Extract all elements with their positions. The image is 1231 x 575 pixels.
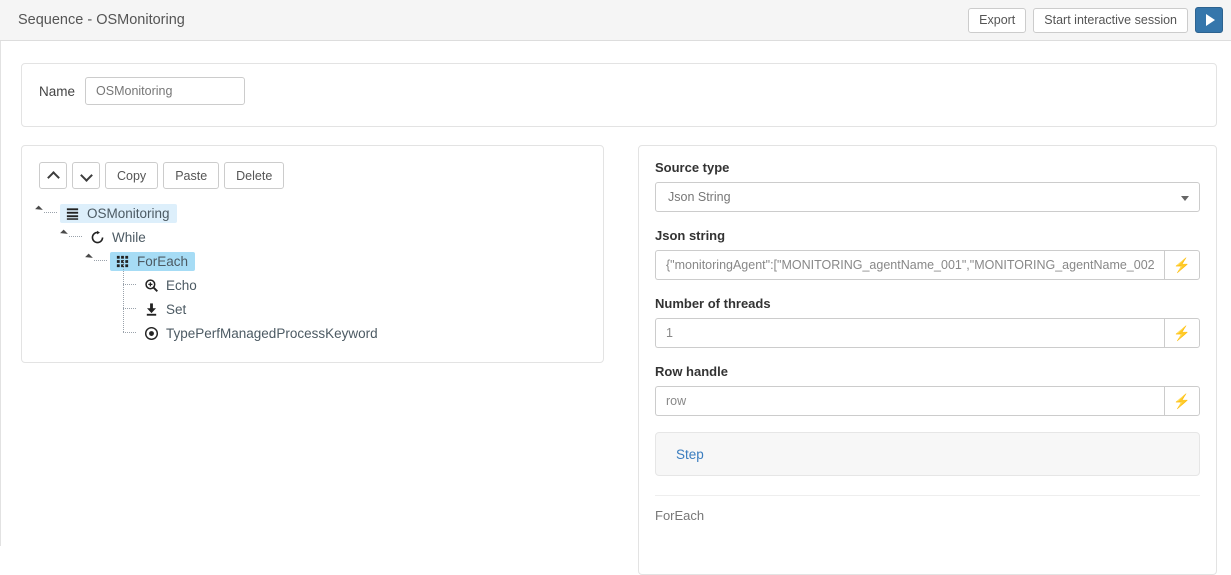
step-box: Step: [655, 432, 1200, 476]
tree-node-while[interactable]: While: [60, 225, 385, 249]
copy-button[interactable]: Copy: [105, 162, 159, 189]
loop-refresh-icon: [91, 230, 104, 243]
tree-vertical-line: [123, 261, 124, 284]
move-up-button[interactable]: [39, 162, 67, 189]
paste-button[interactable]: Paste: [163, 162, 220, 189]
tree-guide-line: [123, 332, 136, 333]
lightning-bolt-icon: ⚡: [1173, 325, 1191, 341]
play-icon: [1205, 14, 1215, 26]
tree-node-set[interactable]: Set: [123, 285, 385, 321]
download-to-bar-icon: [146, 302, 157, 316]
sequence-tree-panel: Copy Paste Delete OSMonitoring While For…: [21, 145, 604, 363]
row-handle-label: Row handle: [655, 364, 728, 379]
tree-vertical-line: [123, 285, 124, 308]
titlebar-actions: Export Start interactive session: [968, 7, 1223, 33]
sequence-lines-icon: [66, 207, 79, 220]
target-dot-icon: [144, 326, 159, 340]
tree-guide-line: [44, 212, 57, 213]
titlebar: Sequence - OSMonitoring Export Start int…: [0, 0, 1231, 41]
row-handle-expression-button[interactable]: ⚡: [1164, 386, 1200, 416]
sequence-tree: OSMonitoring While ForEach Echo Set Type…: [35, 201, 385, 345]
properties-panel: Source type Json String Json string ⚡ Nu…: [638, 145, 1217, 575]
lightning-bolt-icon: ⚡: [1173, 257, 1191, 273]
chevron-down-icon: [81, 170, 92, 181]
row-handle-input[interactable]: [655, 386, 1164, 416]
lightning-bolt-icon: ⚡: [1173, 393, 1191, 409]
tree-node-label: Echo: [166, 277, 197, 293]
number-of-threads-label: Number of threads: [655, 296, 771, 311]
tree-node-label: While: [112, 229, 146, 245]
content-area: Name Copy Paste Delete: [0, 41, 1231, 575]
json-string-expression-button[interactable]: ⚡: [1164, 250, 1200, 280]
name-row: Name: [39, 77, 246, 105]
source-type-value: Json String: [668, 190, 731, 204]
tree-node-echo[interactable]: Echo: [123, 261, 385, 297]
chevron-up-icon: [48, 170, 59, 181]
tree-expander-icon[interactable]: [60, 229, 68, 238]
tree-node-foreach[interactable]: ForEach: [85, 249, 385, 273]
name-input[interactable]: [85, 77, 246, 105]
row-handle-field: Row handle ⚡: [655, 364, 1200, 416]
number-of-threads-field: Number of threads ⚡: [655, 296, 1200, 348]
name-label: Name: [39, 83, 76, 99]
tree-node-label: TypePerfManagedProcessKeyword: [166, 325, 378, 341]
tree-node-label: OSMonitoring: [87, 205, 170, 221]
number-of-threads-input[interactable]: [655, 318, 1164, 348]
tree-expander-icon[interactable]: [35, 205, 43, 214]
tree-guide-line: [123, 308, 136, 309]
source-type-field: Source type Json String: [655, 160, 1200, 212]
json-string-input[interactable]: [655, 250, 1164, 280]
run-button[interactable]: [1195, 7, 1223, 33]
tree-guide-line: [69, 236, 82, 237]
name-panel: Name: [21, 63, 1217, 127]
tree-node-typeperfmanagedprocesskeyword[interactable]: TypePerfManagedProcessKeyword: [123, 309, 385, 345]
properties-footer-label: ForEach: [655, 508, 705, 523]
source-type-label: Source type: [655, 160, 730, 175]
tree-vertical-line: [123, 309, 124, 332]
tree-node-label: ForEach: [137, 253, 189, 269]
json-string-label: Json string: [655, 228, 726, 243]
step-link[interactable]: Step: [676, 447, 704, 462]
delete-button[interactable]: Delete: [224, 162, 285, 189]
magnifier-plus-icon: [145, 278, 158, 292]
caret-down-icon: [1181, 196, 1189, 201]
source-type-select[interactable]: Json String: [655, 182, 1200, 212]
export-button[interactable]: Export: [968, 7, 1027, 33]
tree-toolbar: Copy Paste Delete: [39, 162, 285, 189]
tree-node-osmonitoring[interactable]: OSMonitoring: [35, 201, 385, 225]
tree-guide-line: [123, 284, 136, 285]
start-interactive-session-button[interactable]: Start interactive session: [1033, 7, 1188, 33]
tree-expander-icon[interactable]: [85, 253, 93, 262]
tree-guide-line: [94, 260, 107, 261]
number-of-threads-expression-button[interactable]: ⚡: [1164, 318, 1200, 348]
move-down-button[interactable]: [72, 162, 100, 189]
page-title: Sequence - OSMonitoring: [18, 12, 185, 28]
json-string-field: Json string ⚡: [655, 228, 1200, 280]
tree-node-label: Set: [166, 301, 187, 317]
